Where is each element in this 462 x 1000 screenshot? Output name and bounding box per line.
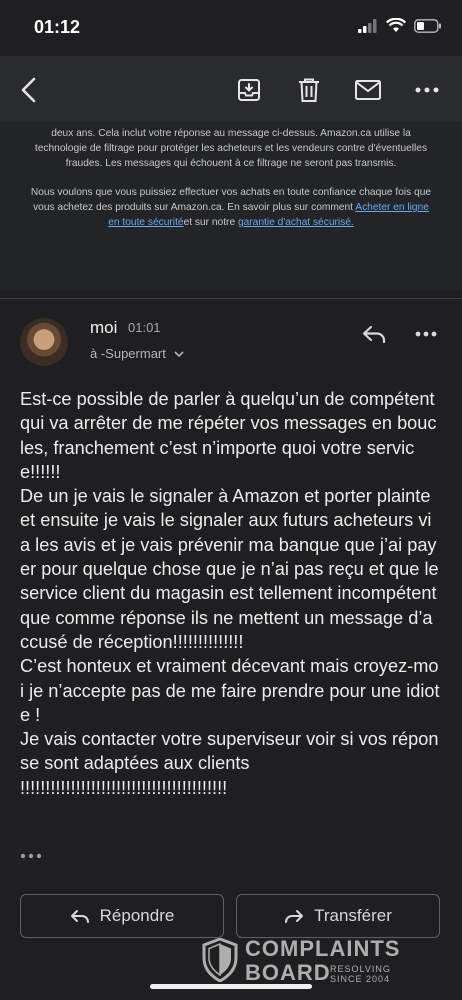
- shield-icon: [202, 938, 238, 982]
- complaintsboard-watermark: COMPLAINTS BOARD RESOLVING SINCE 2004: [200, 936, 420, 986]
- wifi-icon: [386, 18, 406, 32]
- battery-icon: [414, 18, 441, 33]
- status-time: 01:12: [34, 17, 81, 37]
- more-options-button[interactable]: [410, 73, 444, 107]
- purchase-guarantee-link[interactable]: garantie d'achat sécurisé.: [238, 217, 354, 228]
- reply-icon: [70, 909, 89, 923]
- recipient-toggle[interactable]: à -Supermart: [90, 346, 184, 361]
- recipient-label: à -Supermart: [90, 346, 166, 361]
- home-indicator: [150, 984, 312, 989]
- delete-button[interactable]: [292, 73, 326, 107]
- message-reply-button[interactable]: [358, 320, 390, 348]
- watermark-line1: COMPLAINTS: [245, 936, 401, 961]
- watermark-tagline1: RESOLVING: [330, 964, 391, 974]
- quoted-text-2: Nous voulons que vous puissiez effectuer…: [0, 185, 462, 230]
- message-time: 01:01: [128, 320, 161, 335]
- watermark-tagline2: SINCE 2004: [330, 974, 391, 984]
- more-horizontal-icon: [415, 87, 439, 93]
- quoted-message: deux ans. Cela inclut votre réponse au m…: [0, 122, 462, 290]
- watermark-tagline: RESOLVING SINCE 2004: [330, 964, 391, 984]
- more-horizontal-icon: [415, 331, 437, 337]
- avatar: [20, 318, 68, 366]
- archive-icon: [238, 79, 260, 101]
- reply-label: Répondre: [99, 906, 175, 925]
- archive-button[interactable]: [232, 73, 266, 107]
- envelope-icon: [355, 80, 381, 100]
- reply-button[interactable]: Répondre: [20, 894, 224, 938]
- reply-icon: [362, 325, 386, 343]
- quoted-text-2-mid: et sur notre: [183, 217, 238, 228]
- forward-icon: [285, 909, 304, 923]
- forward-button[interactable]: Transférer: [236, 894, 440, 938]
- forward-label: Transférer: [314, 906, 392, 925]
- back-button[interactable]: [12, 73, 46, 107]
- message-divider: [0, 298, 462, 299]
- more-horizontal-icon: [20, 853, 42, 859]
- show-trimmed-button[interactable]: [20, 846, 42, 864]
- email-toolbar: [0, 56, 462, 122]
- mark-unread-button[interactable]: [351, 73, 385, 107]
- quoted-text-1: deux ans. Cela inclut votre réponse au m…: [34, 128, 428, 169]
- message-body: Est-ce possible de parler à quelqu’un de…: [20, 389, 440, 798]
- status-bar: 01:12: [0, 0, 462, 56]
- chevron-left-icon: [21, 77, 36, 103]
- message-more-button[interactable]: [410, 320, 442, 348]
- sender-name: moi: [90, 318, 118, 337]
- status-icons: [358, 18, 442, 33]
- trash-icon: [299, 78, 319, 102]
- signal-icon: [358, 18, 377, 33]
- watermark-line2: BOARD: [245, 960, 331, 985]
- chevron-down-icon: [173, 351, 184, 358]
